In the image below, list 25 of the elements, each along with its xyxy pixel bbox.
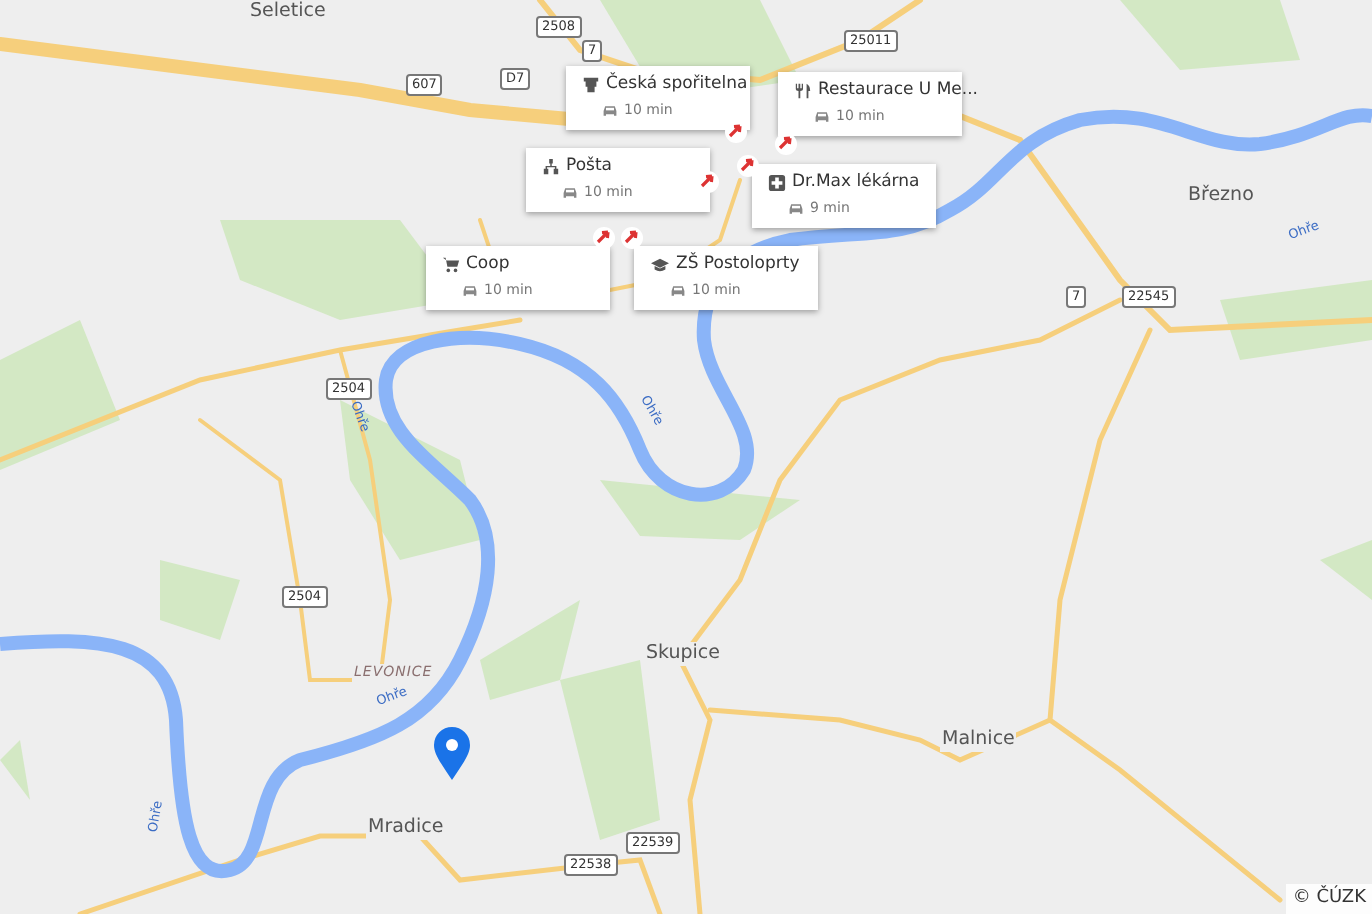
place-name: Pošta: [566, 158, 612, 176]
place-name: ZŠ Postoloprty: [676, 256, 800, 274]
car-icon: [670, 284, 686, 298]
town-label: Malnice: [940, 728, 1017, 751]
car-icon: [562, 186, 578, 200]
car-icon: [462, 284, 478, 298]
car-icon: [788, 202, 804, 216]
place-name: Dr.Max lékárna: [792, 174, 920, 192]
place-name: Coop: [466, 256, 510, 274]
cross-icon: [768, 174, 786, 192]
sitemap-icon: [542, 158, 560, 176]
car-icon: [814, 110, 830, 124]
town-label: Březno: [1186, 184, 1256, 207]
town-label: Seletice: [248, 0, 328, 23]
bank-icon: [582, 76, 600, 94]
car-icon: [602, 104, 618, 118]
town-label: Mradice: [366, 816, 446, 839]
cart-icon: [442, 256, 460, 274]
fork-knife-icon: [794, 82, 812, 100]
town-label: Skupice: [644, 642, 722, 665]
place-name: Česká spořitelna: [606, 76, 748, 94]
attribution-text: © ČÚZK: [1286, 883, 1372, 914]
location-pin-icon: [432, 726, 472, 782]
graduation-cap-icon: [650, 256, 670, 274]
place-name: Restaurace U Me...: [818, 82, 979, 100]
